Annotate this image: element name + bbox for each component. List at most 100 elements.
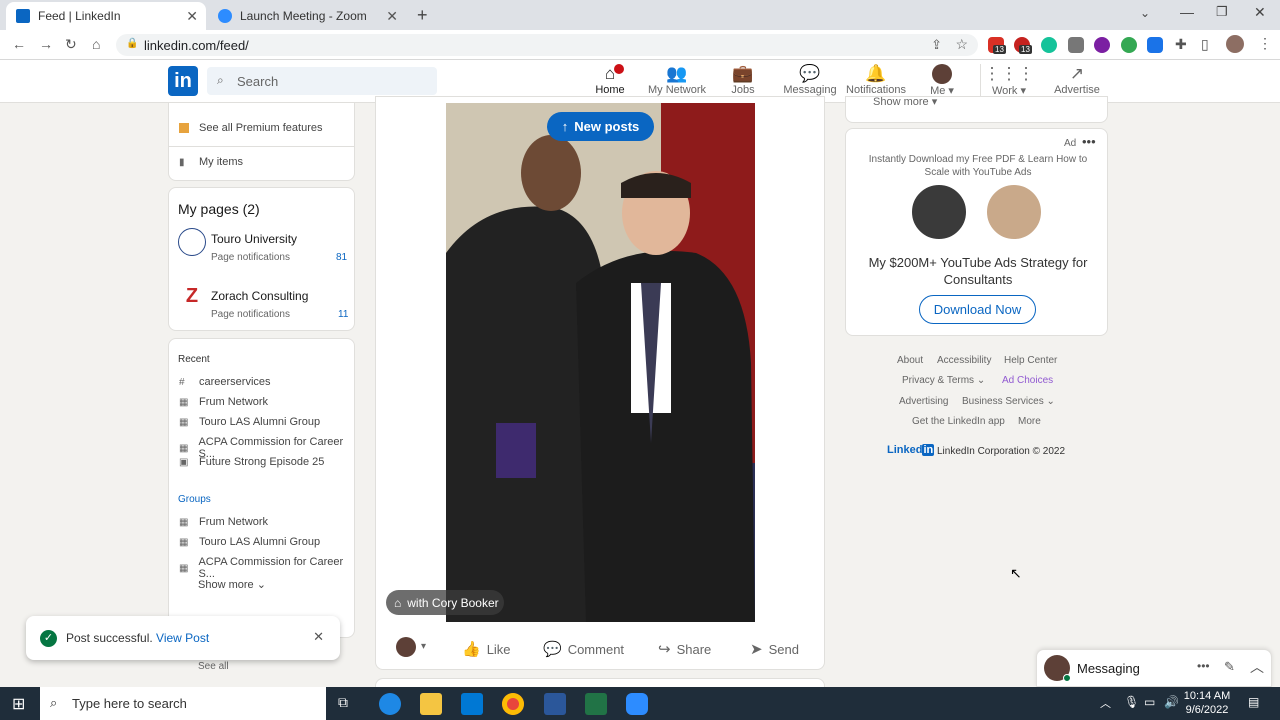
profile-avatar[interactable] <box>1226 35 1244 53</box>
minimize-button[interactable]: — <box>1180 4 1194 20</box>
nav-me[interactable]: Me ▾ <box>907 64 977 97</box>
nav-notifications[interactable]: 🔔 Notifications <box>841 64 911 96</box>
send-button[interactable]: ➤ Send <box>750 640 799 658</box>
footer-help-link[interactable]: Help Center <box>1004 355 1057 366</box>
share-icon[interactable]: ⇪ <box>931 37 942 53</box>
post-photo[interactable] <box>446 103 755 622</box>
thumbs-up-icon: 👍 <box>462 641 481 658</box>
file-explorer-icon[interactable] <box>420 693 442 715</box>
new-posts-button[interactable]: ↑ New posts <box>547 112 654 141</box>
messaging-bar[interactable]: Messaging ••• ✎ ︿ <box>1036 649 1272 687</box>
like-button[interactable]: 👍 Like <box>462 640 511 658</box>
footer-app-link[interactable]: Get the LinkedIn app <box>912 416 1005 427</box>
ad-avatar <box>984 182 1044 242</box>
group-item[interactable]: ▦ Touro LAS Alumni Group <box>179 536 320 548</box>
comment-button[interactable]: 💬 Comment <box>543 640 624 658</box>
chevron-down-icon[interactable]: ▾ <box>421 641 426 652</box>
my-items-link[interactable]: ▮ My items <box>179 156 243 168</box>
chevron-down-icon: ⌄ <box>256 579 266 591</box>
tag-chip[interactable]: ⌂ with Cory Booker <box>386 590 504 615</box>
more-options-icon[interactable]: ••• <box>1197 659 1210 673</box>
extensions-puzzle-icon[interactable]: ✚ <box>1175 36 1187 53</box>
close-window-button[interactable]: ✕ <box>1254 4 1266 21</box>
recent-item[interactable]: ▦ Frum Network <box>179 396 268 408</box>
share-button[interactable]: ↪ Share <box>658 640 711 658</box>
footer-adchoices-link[interactable]: Ad Choices <box>1002 375 1053 386</box>
side-panel-icon[interactable]: ▯ <box>1201 36 1209 53</box>
taskbar-search-input[interactable]: ⌕ Type here to search <box>40 687 326 720</box>
tab-search-icon[interactable]: ⌄ <box>1140 6 1150 20</box>
tab-linkedin-feed[interactable]: Feed | LinkedIn ✕ <box>6 2 206 30</box>
bookmark-star-icon[interactable]: ☆ <box>955 36 968 53</box>
chevron-up-icon[interactable]: ︿ <box>1250 657 1264 677</box>
extension-icon[interactable] <box>1121 37 1137 53</box>
group-item[interactable]: ▦ ACPA Commission for Career S... <box>179 556 354 580</box>
show-more-link[interactable]: Show more ▾ <box>873 95 937 108</box>
see-all-link[interactable]: See all <box>198 661 229 672</box>
page-name[interactable]: Zorach Consulting <box>211 289 308 303</box>
maximize-button[interactable]: ❐ <box>1216 4 1228 20</box>
extension-icon[interactable] <box>1147 37 1163 53</box>
network-icon[interactable]: ▭ <box>1144 695 1155 709</box>
nav-jobs[interactable]: 💼 Jobs <box>708 64 778 96</box>
group-icon: ▦ <box>179 442 189 454</box>
edge-icon[interactable] <box>379 693 401 715</box>
excel-icon[interactable] <box>585 693 607 715</box>
close-tab-icon[interactable]: ✕ <box>186 8 198 25</box>
microphone-icon[interactable]: 🎙 <box>1124 695 1139 709</box>
clock[interactable]: 10:14 AM 9/6/2022 <box>1182 689 1232 717</box>
chevron-up-icon[interactable]: ︿ <box>1100 695 1111 711</box>
show-more-label: Show more <box>198 578 254 591</box>
footer-more-link[interactable]: More <box>1018 416 1041 427</box>
forward-icon[interactable]: → <box>39 36 53 52</box>
windows-start-icon[interactable]: ⊞ <box>12 694 25 714</box>
footer-advertising-link[interactable]: Advertising <box>899 396 948 407</box>
footer-privacy-link[interactable]: Privacy & Terms ⌄ <box>902 375 985 386</box>
close-icon[interactable]: ✕ <box>313 629 324 645</box>
task-view-icon[interactable]: ⧉ <box>338 694 348 711</box>
grammarly-icon[interactable] <box>1041 37 1057 53</box>
download-now-button[interactable]: Download Now <box>919 295 1036 324</box>
footer-business-link[interactable]: Business Services ⌄ <box>962 396 1055 407</box>
close-tab-icon[interactable]: ✕ <box>386 8 398 25</box>
linkedin-favicon-icon <box>16 9 30 23</box>
group-item[interactable]: ▦ Frum Network <box>179 516 268 528</box>
actor-avatar[interactable] <box>396 637 416 657</box>
volume-icon[interactable]: 🔊 <box>1164 695 1179 709</box>
reload-icon[interactable]: ↻ <box>65 36 77 53</box>
premium-link[interactable]: See all Premium features <box>179 122 323 134</box>
nav-messaging[interactable]: 💬 Messaging <box>775 64 845 96</box>
view-post-link[interactable]: View Post <box>156 631 209 645</box>
recent-item[interactable]: ▦ Touro LAS Alumni Group <box>179 416 320 428</box>
ad-avatar <box>909 182 969 242</box>
footer-accessibility-link[interactable]: Accessibility <box>937 355 991 366</box>
search-input[interactable]: ⌕ Search <box>207 67 437 95</box>
page-name[interactable]: Touro University <box>211 232 297 246</box>
nav-my-network[interactable]: 👥 My Network <box>642 64 712 96</box>
zoom-icon[interactable] <box>626 693 648 715</box>
footer-about-link[interactable]: About <box>897 355 923 366</box>
nav-work[interactable]: ⋮⋮⋮ Work ▾ <box>974 64 1044 97</box>
mail-icon[interactable] <box>461 693 483 715</box>
windows-taskbar: ⊞ ⌕ Type here to search ⧉ ︿ 🎙 ▭ 🔊 10:14 … <box>0 687 1280 720</box>
chrome-icon[interactable] <box>502 693 524 715</box>
address-bar[interactable]: 🔒 linkedin.com/feed/ ⇪ ☆ <box>116 34 978 56</box>
nav-advertise[interactable]: ↗ Advertise <box>1042 64 1112 96</box>
back-icon[interactable]: ← <box>12 36 26 52</box>
more-options-icon[interactable]: ••• <box>1082 134 1096 149</box>
tab-zoom[interactable]: Launch Meeting - Zoom ✕ <box>208 2 406 30</box>
extension-icon[interactable] <box>1094 37 1110 53</box>
recent-item-label: Future Strong Episode 25 <box>199 456 325 468</box>
linkedin-logo-icon[interactable]: in <box>168 66 198 96</box>
extension-icon[interactable] <box>1068 37 1084 53</box>
menu-kebab-icon[interactable]: ⋮ <box>1258 35 1272 52</box>
notification-center-icon[interactable]: ▤ <box>1248 695 1259 709</box>
recent-item[interactable]: # careerservices <box>179 376 271 388</box>
word-icon[interactable] <box>544 693 566 715</box>
new-tab-button[interactable]: + <box>417 5 428 26</box>
home-icon[interactable]: ⌂ <box>92 36 100 52</box>
groups-title[interactable]: Groups <box>178 494 211 505</box>
show-more-button[interactable]: Show more ⌄ <box>198 578 266 592</box>
recent-item[interactable]: ▣ Future Strong Episode 25 <box>179 456 324 468</box>
compose-icon[interactable]: ✎ <box>1224 659 1235 675</box>
